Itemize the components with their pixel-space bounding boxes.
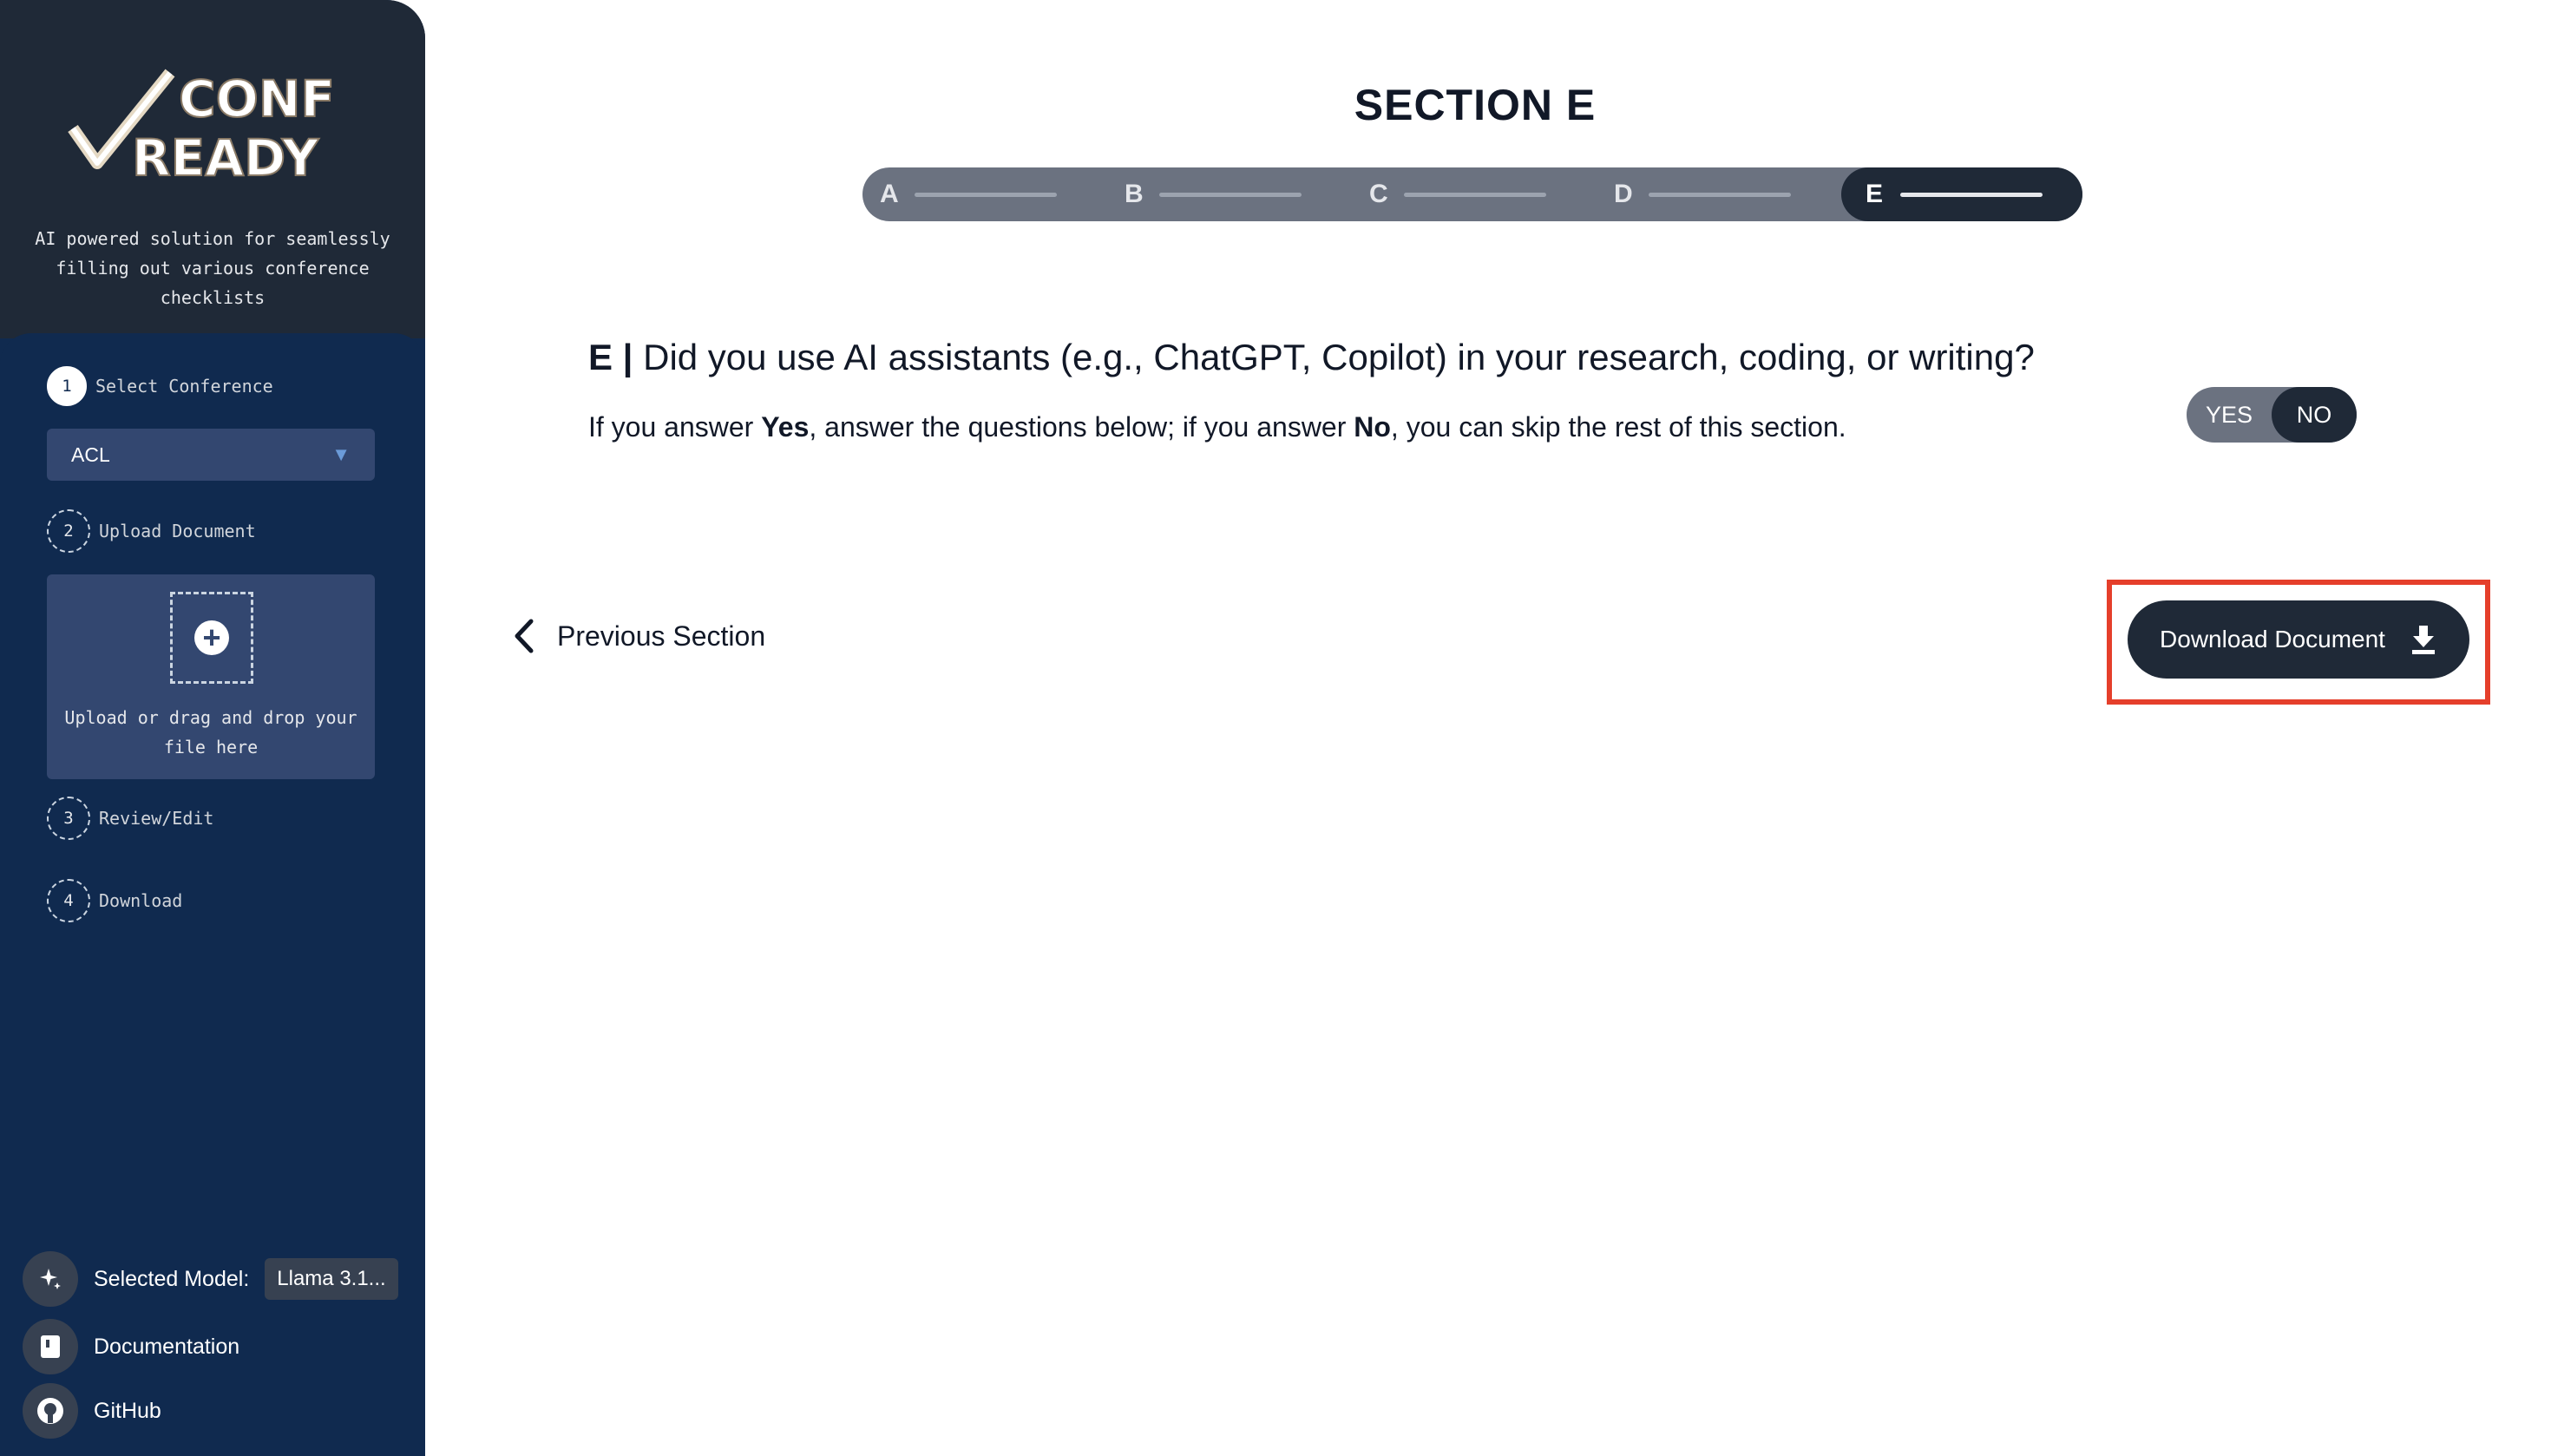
tab-progress-line [915, 192, 1057, 197]
instruction-yes: Yes [761, 411, 810, 443]
tab-progress-line [1404, 192, 1546, 197]
sidebar: CONF READY AI powered solution for seaml… [0, 0, 425, 1456]
toggle-no[interactable]: NO [2272, 387, 2357, 443]
step-label: Select Conference [95, 376, 273, 397]
step-label: Download [99, 890, 183, 911]
instruction-part: If you answer [588, 411, 762, 443]
tab-progress-line [1159, 192, 1302, 197]
previous-section-button[interactable]: Previous Section [512, 618, 765, 654]
tab-section-c[interactable]: C [1369, 167, 1603, 221]
upload-box: + [170, 592, 253, 684]
instruction-no: No [1354, 411, 1391, 443]
download-document-label: Download Document [2160, 626, 2385, 653]
chevron-down-icon: ▼ [331, 443, 351, 465]
download-document-button[interactable]: Download Document [2128, 600, 2469, 679]
toggle-yes[interactable]: YES [2187, 387, 2272, 443]
step-number: 3 [47, 797, 90, 840]
step-download: 4 Download [47, 879, 182, 922]
github-icon [23, 1383, 78, 1439]
chevron-left-icon [515, 619, 534, 653]
instruction-part: , you can skip the rest of this section. [1390, 411, 1846, 443]
step-number: 4 [47, 879, 90, 922]
tab-letter: C [1369, 180, 1388, 208]
previous-section-label: Previous Section [557, 620, 766, 652]
tab-progress-line [1649, 192, 1791, 197]
upload-text: Upload or drag and drop your file here [64, 707, 357, 758]
instruction-text: If you answer Yes, answer the questions … [588, 411, 1846, 443]
github-label: GitHub [94, 1398, 161, 1423]
step-review-edit: 3 Review/Edit [47, 797, 213, 840]
tagline: AI powered solution for seamlessly filli… [35, 228, 390, 308]
confready-logo: CONF READY [68, 69, 336, 187]
selected-model-label: Selected Model: [94, 1266, 250, 1291]
tab-letter: A [880, 180, 899, 208]
download-icon [2411, 626, 2435, 654]
plus-icon: + [194, 620, 229, 655]
book-icon [23, 1319, 78, 1374]
documentation-link[interactable]: Documentation [23, 1319, 239, 1374]
question-text: E | Did you use AI assistants (e.g., Cha… [588, 337, 2035, 378]
page-title: SECTION E [1354, 81, 1597, 129]
github-link[interactable]: GitHub [23, 1383, 161, 1439]
yes-no-toggle[interactable]: YES NO [2187, 387, 2357, 443]
logo-line1: CONF [179, 69, 335, 128]
tab-letter: E [1866, 180, 1884, 208]
tab-letter: D [1614, 180, 1633, 208]
logo-line2: READY [132, 128, 319, 187]
tab-section-d[interactable]: D [1614, 167, 1848, 221]
tab-section-e[interactable]: E [1841, 167, 2082, 221]
step-select-conference: 1 Select Conference [47, 366, 273, 406]
conference-select[interactable]: ACL ▼ [47, 429, 375, 481]
tab-progress-line [1900, 192, 2043, 197]
question-body: Did you use AI assistants (e.g., ChatGPT… [633, 337, 2035, 377]
step-label: Upload Document [99, 521, 256, 541]
tab-letter: B [1125, 180, 1144, 208]
step-number: 1 [47, 366, 87, 406]
tab-section-b[interactable]: B [1125, 167, 1359, 221]
sparkle-icon [23, 1251, 78, 1307]
conference-select-value: ACL [71, 443, 110, 466]
question-prefix: E | [588, 337, 633, 377]
tab-section-a[interactable]: A [880, 167, 1114, 221]
documentation-label: Documentation [94, 1334, 240, 1359]
model-select[interactable]: Llama 3.1... [265, 1258, 398, 1300]
upload-dropzone[interactable]: + Upload or drag and drop your file here [47, 574, 375, 779]
brand-panel: CONF READY AI powered solution for seaml… [0, 0, 425, 338]
step-number: 2 [47, 509, 90, 553]
selected-model: Selected Model: Llama 3.1... [23, 1251, 398, 1307]
instruction-part: , answer the questions below; if you ans… [809, 411, 1354, 443]
section-stepper: A B C D E [862, 167, 2082, 221]
step-upload-document: 2 Upload Document [47, 509, 256, 553]
step-label: Review/Edit [99, 808, 214, 829]
